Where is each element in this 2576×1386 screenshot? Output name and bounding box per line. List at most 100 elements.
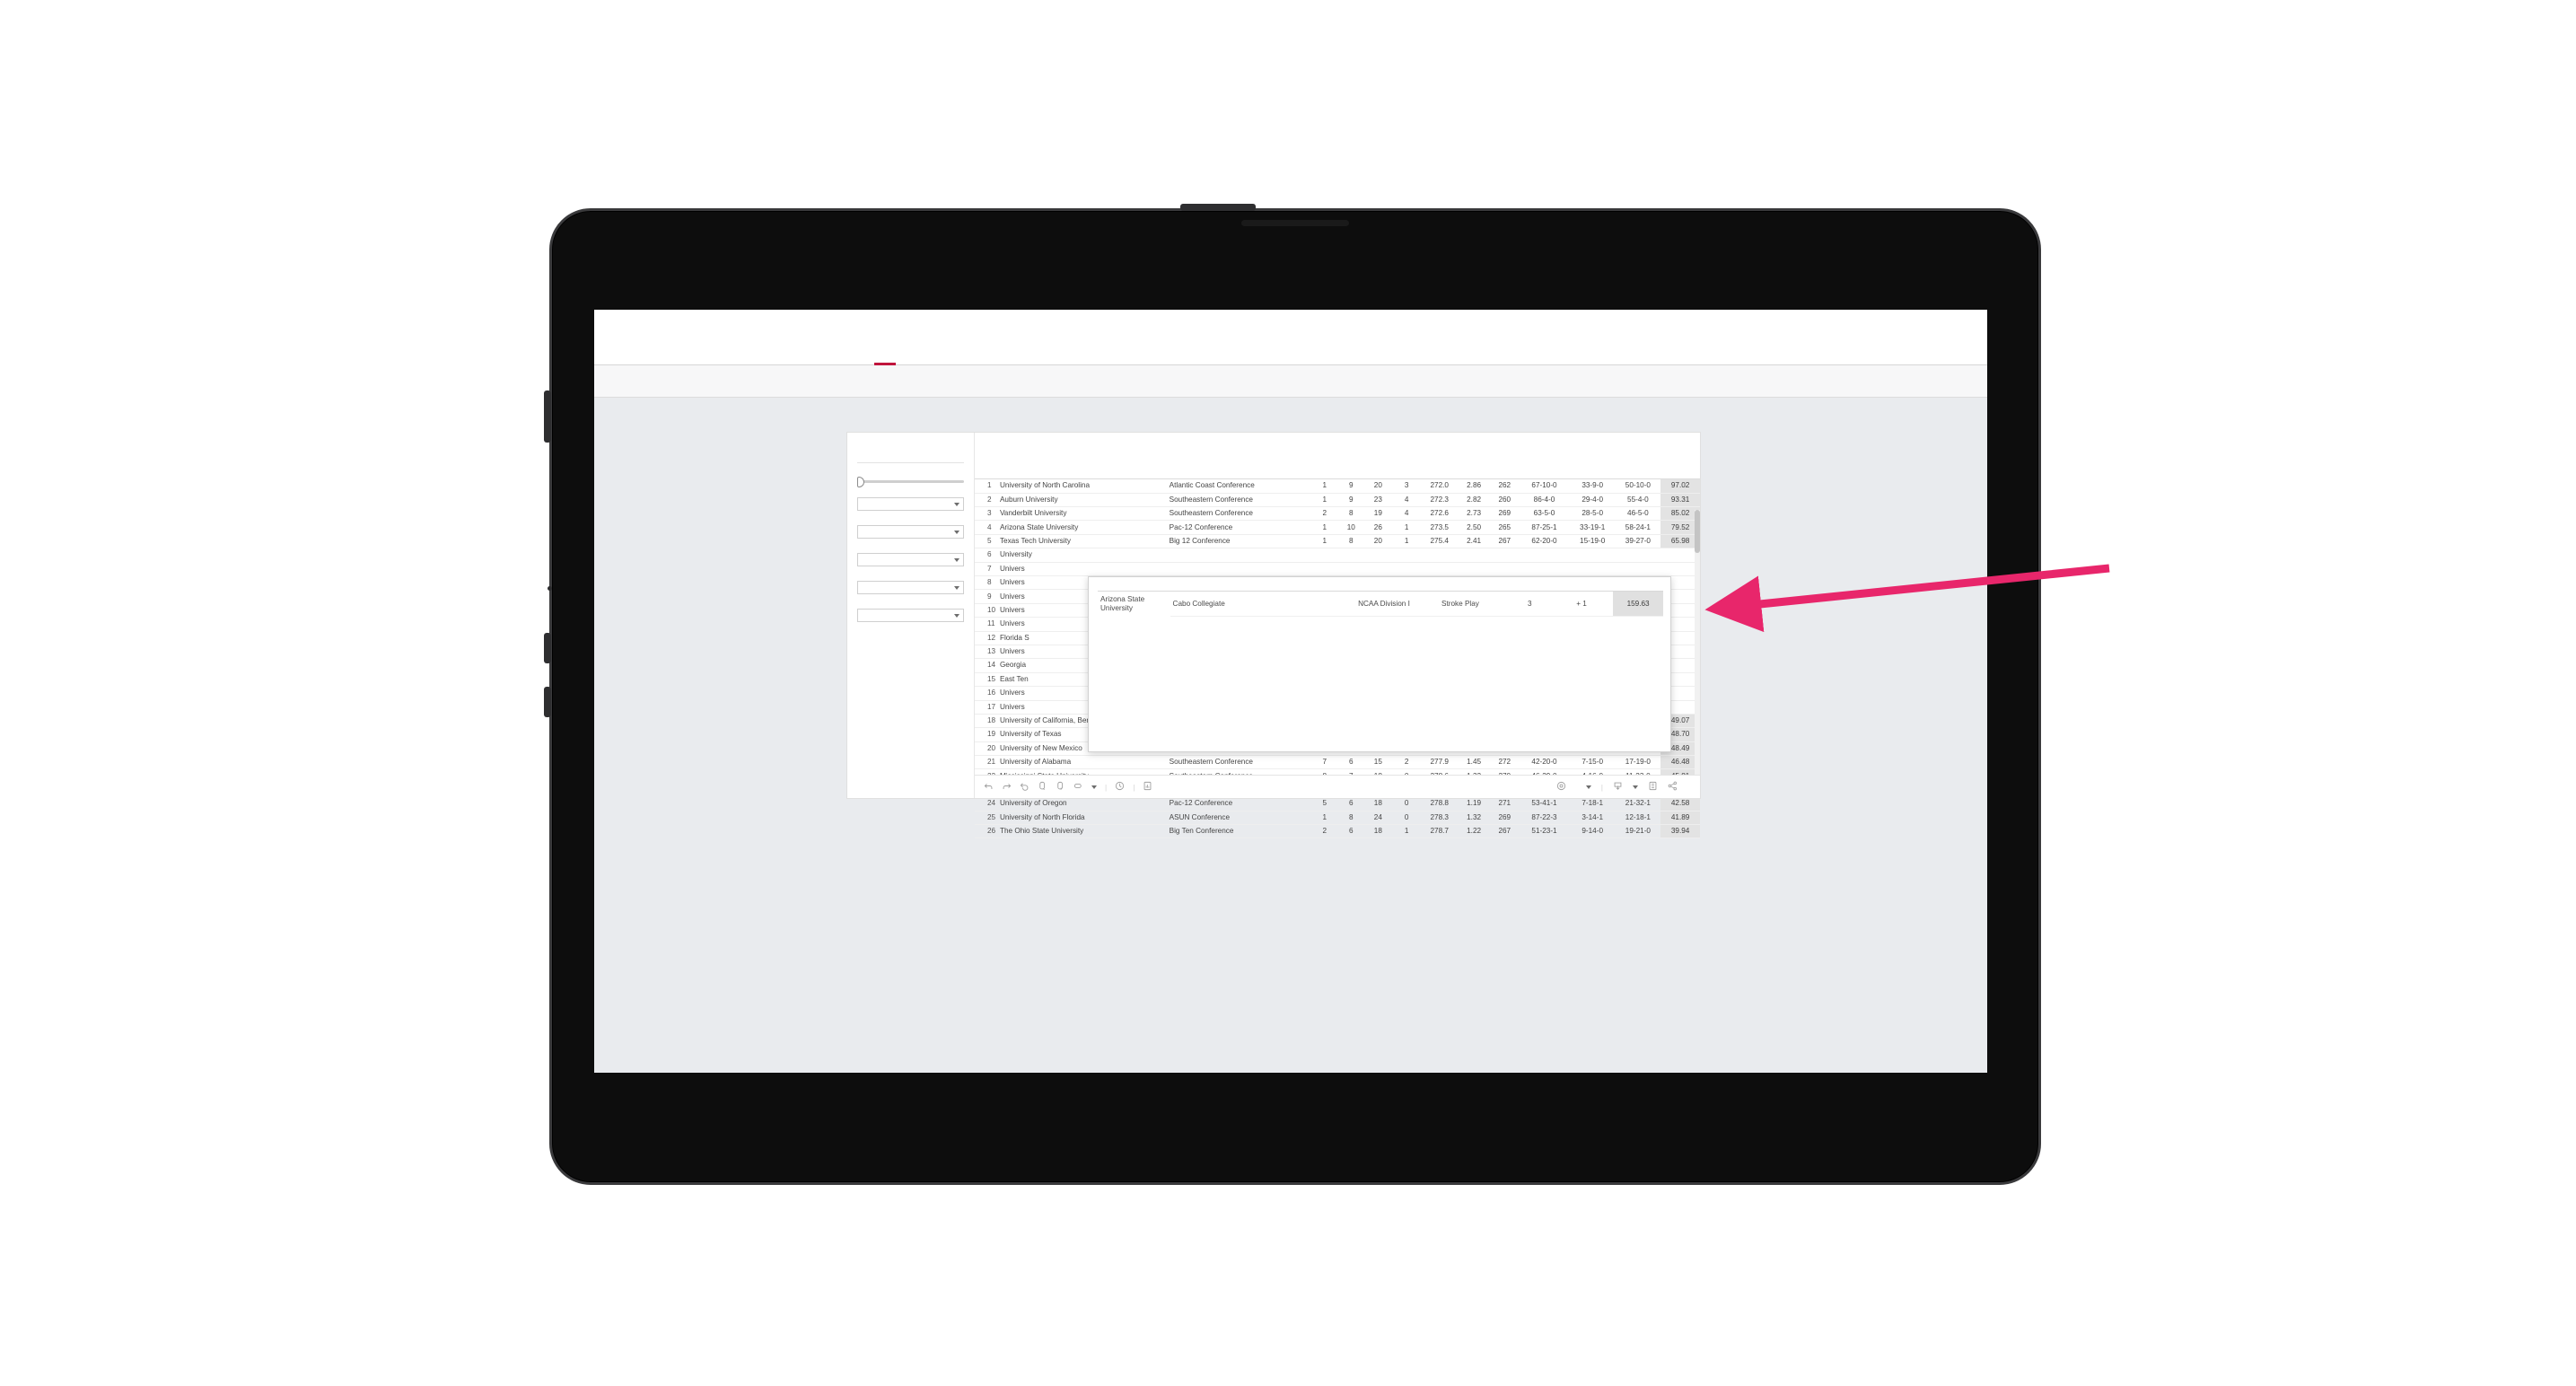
cell-adj_score: 272.3 (1421, 493, 1458, 508)
refresh-icon[interactable] (1038, 781, 1047, 793)
col-vs-top-50[interactable] (1615, 462, 1661, 480)
cell-no_tour (1337, 562, 1365, 577)
cell-no_tour: 6 (1337, 824, 1365, 839)
volume-down-button[interactable] (544, 687, 551, 717)
main-nav (786, 310, 905, 365)
revert-icon[interactable] (1020, 781, 1030, 793)
table-row[interactable]: 7 Univers (975, 562, 1700, 577)
cell-rnds: 24 (1364, 811, 1392, 826)
slider-handle[interactable] (857, 476, 864, 487)
col-low-rd[interactable] (1490, 462, 1520, 480)
table-row[interactable]: 25 University of North Florida ASUN Confer… (975, 811, 1700, 826)
view-icon[interactable] (1143, 781, 1152, 793)
chevron-down-icon[interactable] (1091, 785, 1097, 789)
cell-rank: 14 (975, 658, 998, 673)
table-row[interactable]: 2 Auburn University Southeastern Conferenc… (975, 493, 1700, 508)
col-adj-score[interactable] (1421, 462, 1458, 480)
chevron-down-icon[interactable] (1633, 785, 1638, 789)
table-row[interactable]: 5 Texas Tech University Big 12 Conference 1… (975, 534, 1700, 549)
undo-icon[interactable] (984, 781, 994, 793)
cell-adj_score: 272.6 (1421, 506, 1458, 522)
cell-low_rd: 267 (1490, 824, 1520, 839)
col-vs-top-25[interactable] (1569, 462, 1616, 480)
minimum-rounds-filter (847, 475, 974, 487)
watch-icon[interactable] (1556, 781, 1566, 793)
cell-conf (1167, 548, 1312, 563)
tooltip-row: Arizona State University Cabo Collegiate N… (1098, 591, 1663, 618)
volume-up-button[interactable] (544, 633, 551, 663)
cell-points[interactable]: 42.58 (1660, 796, 1700, 811)
redo-icon[interactable] (1002, 781, 1012, 793)
minimum-rounds-slider[interactable] (857, 476, 964, 487)
scrollbar-thumb[interactable] (1695, 510, 1700, 553)
nav-item-committee[interactable] (865, 310, 905, 365)
cell-rank: 20 (975, 741, 998, 757)
cell-points[interactable]: 39.94 (1660, 824, 1700, 839)
table-row[interactable]: 21 University of Alabama Southeastern Conf… (975, 755, 1700, 770)
cell-points[interactable]: 41.89 (1660, 811, 1700, 826)
cell-rank: 11 (975, 617, 998, 632)
table-row[interactable]: 6 University (975, 548, 1700, 563)
cell-school: The Ohio State University (997, 824, 1168, 839)
pause-auto-update-icon[interactable] (1115, 781, 1125, 793)
col-wins[interactable] (1391, 462, 1422, 480)
cell-rank: 6 (975, 548, 998, 563)
cell-avg_sg: 1.32 (1457, 811, 1491, 826)
cell-t50: 50-10-0 (1615, 478, 1661, 494)
col-conf-rank[interactable] (1311, 462, 1338, 480)
col-points[interactable] (1660, 462, 1700, 480)
cell-overall: 62-20-0 (1519, 534, 1570, 549)
cell-avg_sg: 1.19 (1457, 796, 1491, 811)
microphone (548, 586, 552, 591)
standings-header (975, 433, 1700, 453)
cell-rank: 2 (975, 493, 998, 508)
nav-item-teams[interactable] (826, 310, 865, 365)
volume-button[interactable] (544, 390, 551, 443)
table-row[interactable]: 24 University of Oregon Pac-12 Conference 5… (975, 796, 1700, 811)
col-conference[interactable] (1167, 462, 1312, 480)
table-row[interactable]: 1 University of North Carolina Atlantic Co… (975, 478, 1700, 494)
table-row[interactable]: 26 The Ohio State University Big Ten Confe… (975, 824, 1700, 839)
tooltip-cell-rounds: 3 (1509, 591, 1550, 618)
conference-select[interactable] (857, 581, 964, 594)
gender-select[interactable] (857, 497, 964, 511)
nav-item-tournaments[interactable] (786, 310, 826, 365)
chevron-down-icon[interactable] (1585, 785, 1591, 789)
cell-no_tour: 6 (1337, 796, 1365, 811)
pause-icon[interactable] (1056, 781, 1065, 793)
region-select[interactable] (857, 553, 964, 566)
dashboard-container: 1 University of North Carolina Atlantic Co… (847, 433, 1700, 839)
sub-nav (594, 365, 1987, 398)
power-button[interactable] (1180, 204, 1256, 211)
fullscreen-icon[interactable] (1648, 781, 1658, 793)
cell-no_tour: 8 (1337, 506, 1365, 522)
col-avg-sg[interactable] (1457, 462, 1491, 480)
cell-points[interactable]: 97.02 (1660, 478, 1700, 494)
cell-conf_rank: 5 (1311, 796, 1338, 811)
cell-wins (1391, 548, 1422, 563)
division-select[interactable] (857, 525, 964, 539)
table-row[interactable]: 4 Arizona State University Pac-12 Conferen… (975, 520, 1700, 535)
annotation-arrow (1704, 564, 2110, 633)
col-school[interactable] (997, 462, 1168, 480)
col-rank[interactable] (975, 462, 998, 480)
share-icon[interactable] (1668, 781, 1678, 793)
cell-low_rd: 267 (1490, 534, 1520, 549)
cell-wins: 0 (1391, 811, 1422, 826)
school-select[interactable] (857, 609, 964, 622)
cell-overall: 53-41-1 (1519, 796, 1570, 811)
brand-logo[interactable] (594, 333, 765, 341)
col-overall-record[interactable] (1519, 462, 1570, 480)
download-icon[interactable] (1613, 781, 1623, 793)
cell-conf: Southeastern Conference (1167, 755, 1312, 770)
col-rnds[interactable] (1364, 462, 1392, 480)
cell-adj_score (1421, 548, 1458, 563)
cell-adj_score: 277.9 (1421, 755, 1458, 770)
cell-points[interactable]: 93.31 (1660, 493, 1700, 508)
cell-wins: 1 (1391, 534, 1422, 549)
highlight-icon[interactable] (1073, 781, 1083, 793)
cell-wins: 1 (1391, 520, 1422, 535)
col-no-tour[interactable] (1337, 462, 1365, 480)
table-row[interactable]: 3 Vanderbilt University Southeastern Confe… (975, 506, 1700, 522)
cell-no_tour: 9 (1337, 478, 1365, 494)
